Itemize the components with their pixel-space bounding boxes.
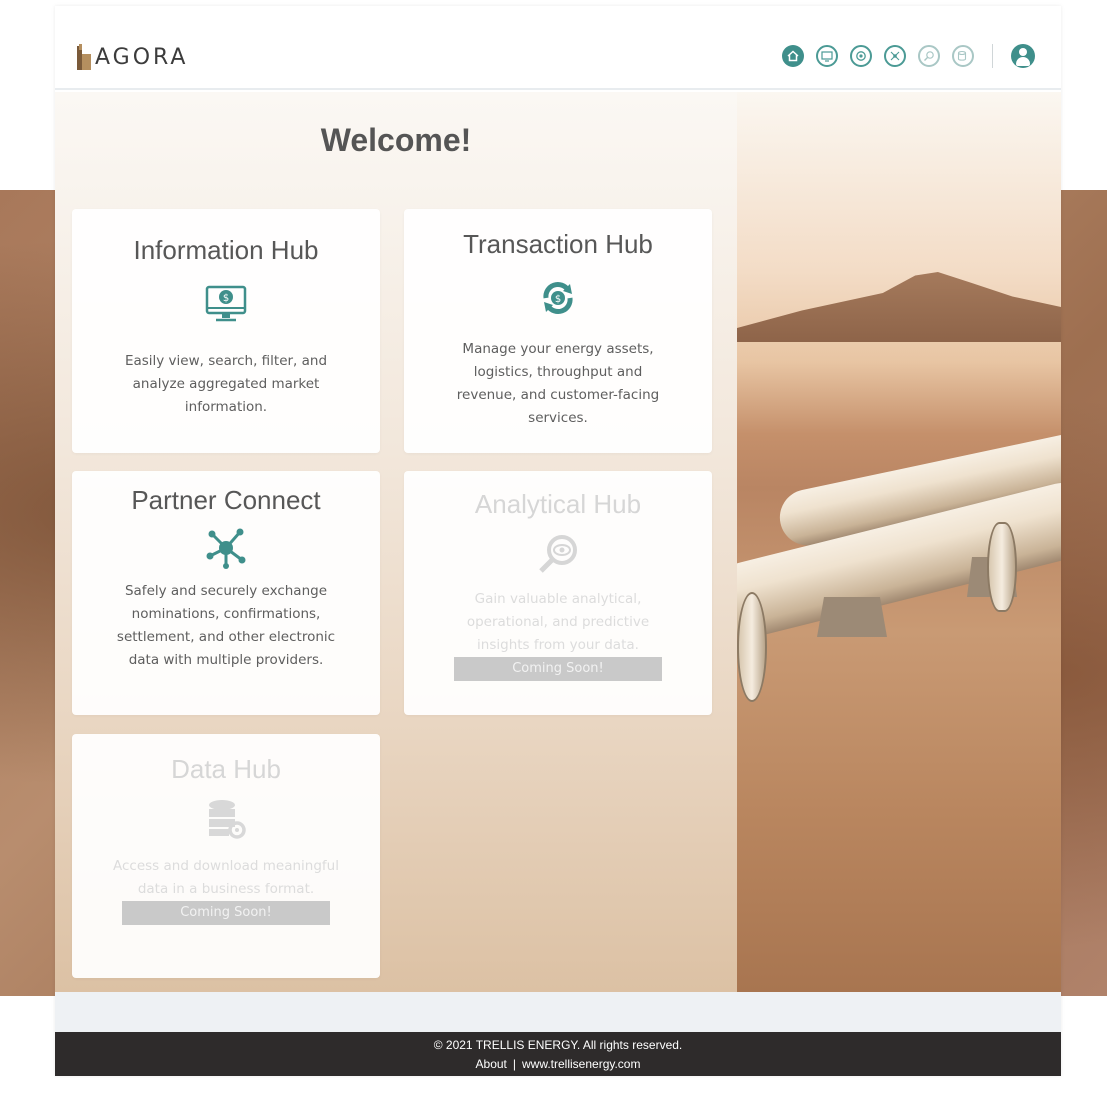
card-title: Data Hub <box>171 754 281 784</box>
dollar-cycle-icon: $ <box>536 278 580 322</box>
nav-transaction-hub-button[interactable] <box>850 45 872 67</box>
card-title: Transaction Hub <box>463 229 653 259</box>
svg-text:$: $ <box>555 294 561 305</box>
pipeline-desert-image <box>737 92 1061 992</box>
footer-links: About | www.trellisenergy.com <box>55 1055 1061 1074</box>
dollar-cycle-icon <box>856 51 866 61</box>
frame-right <box>1060 0 1107 190</box>
home-icon <box>787 50 799 62</box>
search-eye-icon <box>924 51 934 61</box>
nav-home-button[interactable] <box>782 45 804 67</box>
svg-text:$: $ <box>223 293 229 304</box>
data-hub-card: Data Hub Access and download meaningful … <box>72 734 380 978</box>
logo[interactable]: AGORA <box>77 44 188 70</box>
logo-mark-icon <box>77 44 91 70</box>
website-link[interactable]: www.trellisenergy.com <box>522 1057 640 1071</box>
coming-soon-badge: Coming Soon! <box>122 901 330 925</box>
footer-spacer <box>55 992 1061 1032</box>
monitor-dollar-icon <box>821 51 833 62</box>
hero: Welcome! Information Hub $ Easily view, … <box>55 92 1061 992</box>
network-icon <box>204 526 248 570</box>
information-hub-card[interactable]: Information Hub $ Easily view, search, f… <box>72 209 380 453</box>
footer: © 2021 TRELLIS ENERGY. All rights reserv… <box>55 1032 1061 1076</box>
user-menu-button[interactable] <box>1011 44 1035 68</box>
footer-separator: | <box>512 1057 516 1071</box>
monitor-dollar-icon: $ <box>204 284 248 328</box>
nav-partner-connect-button[interactable] <box>884 45 906 67</box>
nav-data-hub-button[interactable] <box>952 45 974 67</box>
card-description: Safely and securely exchange nominations… <box>116 583 336 668</box>
welcome-panel: Welcome! Information Hub $ Easily view, … <box>55 92 737 992</box>
top-nav <box>770 44 1035 68</box>
partner-connect-card[interactable]: Partner Connect Safely and securely exch… <box>72 471 380 715</box>
header: AGORA <box>55 6 1061 90</box>
nav-information-hub-button[interactable] <box>816 45 838 67</box>
frame-left <box>0 0 55 190</box>
card-description: Easily view, search, filter, and analyze… <box>124 353 328 415</box>
coming-soon-badge: Coming Soon! <box>454 657 662 681</box>
transaction-hub-card[interactable]: Transaction Hub $ Manage your energy ass… <box>404 209 712 453</box>
card-title: Analytical Hub <box>474 489 642 519</box>
database-gear-icon <box>204 797 248 841</box>
database-gear-icon <box>957 50 967 61</box>
network-icon <box>890 51 900 61</box>
nav-divider <box>992 44 993 68</box>
card-title: Partner Connect <box>131 485 321 515</box>
welcome-heading: Welcome! <box>320 122 472 158</box>
copyright-text: © 2021 TRELLIS ENERGY. All rights reserv… <box>433 1038 683 1052</box>
card-title: Information Hub <box>133 235 319 265</box>
search-eye-icon <box>536 532 580 576</box>
card-description: Manage your energy assets, logistics, th… <box>456 341 660 426</box>
brand-name: AGORA <box>95 44 189 70</box>
about-link[interactable]: About <box>476 1057 507 1071</box>
analytical-hub-card: Analytical Hub Gain valuable analytical,… <box>404 471 712 715</box>
app-window: AGORA Welcome! Information Hub $ Easily … <box>55 6 1061 1076</box>
nav-analytical-hub-button[interactable] <box>918 45 940 67</box>
card-description: Gain valuable analytical, operational, a… <box>466 591 650 653</box>
card-description: Access and download meaningful data in a… <box>113 858 339 897</box>
